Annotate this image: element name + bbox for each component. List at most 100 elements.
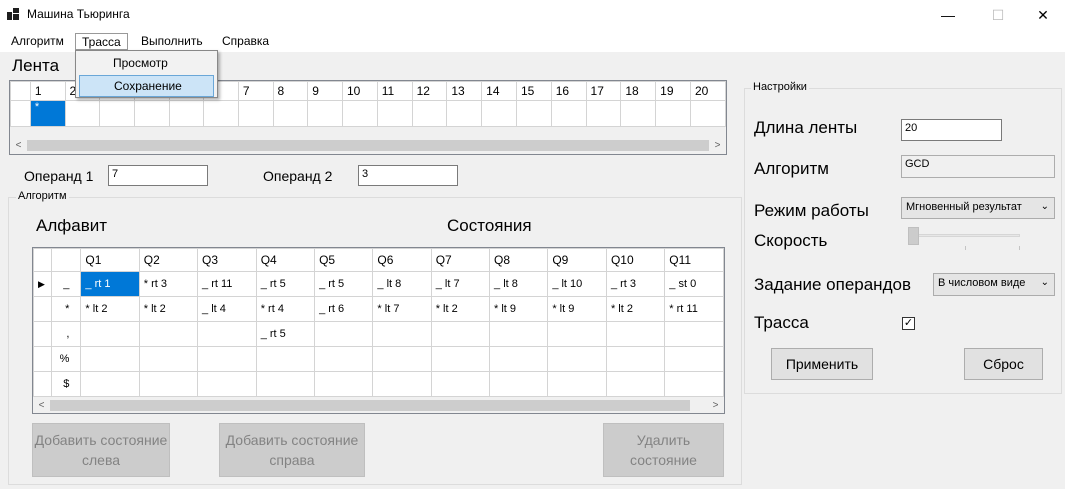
transition-cell[interactable] bbox=[605, 346, 666, 372]
transition-cell[interactable] bbox=[197, 371, 257, 397]
transition-cell[interactable]: _ lt 10 bbox=[547, 271, 607, 297]
algo-scrollbar[interactable]: < > bbox=[33, 397, 724, 413]
apply-button[interactable]: Применить bbox=[771, 348, 873, 380]
transition-cell[interactable] bbox=[489, 321, 549, 347]
transition-cell[interactable] bbox=[664, 371, 724, 397]
operand-mode-select[interactable]: В числовом виде ⌄ bbox=[933, 273, 1055, 296]
transition-cell[interactable]: * lt 7 bbox=[372, 296, 432, 322]
state-column-header[interactable]: Q1 bbox=[80, 248, 140, 272]
tape-cell[interactable] bbox=[585, 100, 622, 127]
transition-cell[interactable] bbox=[314, 346, 374, 372]
transition-cell[interactable] bbox=[605, 371, 666, 397]
scroll-right-icon[interactable]: > bbox=[709, 137, 726, 154]
menu-help[interactable]: Справка bbox=[216, 33, 275, 50]
transition-cell[interactable] bbox=[138, 371, 199, 397]
transition-cell[interactable] bbox=[255, 371, 316, 397]
transition-cell[interactable]: _ rt 3 bbox=[605, 271, 666, 297]
transition-cell[interactable]: _ st 0 bbox=[664, 271, 724, 297]
tape-cell[interactable] bbox=[689, 100, 727, 127]
transition-cell[interactable] bbox=[547, 346, 607, 372]
tape-cell[interactable] bbox=[620, 100, 657, 127]
transition-cell[interactable]: * lt 9 bbox=[547, 296, 607, 322]
tape-cell[interactable] bbox=[655, 100, 691, 127]
transition-cell[interactable]: * lt 9 bbox=[489, 296, 549, 322]
transition-cell[interactable]: * rt 3 bbox=[138, 271, 199, 297]
scroll-right-icon[interactable]: > bbox=[707, 397, 724, 413]
transition-cell[interactable] bbox=[664, 321, 724, 347]
transition-cell[interactable]: * lt 2 bbox=[80, 296, 140, 322]
transition-cell[interactable] bbox=[372, 371, 432, 397]
transition-cell[interactable]: * lt 2 bbox=[430, 296, 491, 322]
reset-button[interactable]: Сброс bbox=[964, 348, 1043, 380]
transition-cell[interactable] bbox=[547, 321, 607, 347]
close-icon[interactable]: ✕ bbox=[1020, 0, 1065, 30]
menu-algorithm[interactable]: Алгоритм bbox=[5, 33, 70, 50]
transition-cell[interactable] bbox=[372, 346, 432, 372]
transition-cell[interactable]: * lt 2 bbox=[138, 296, 199, 322]
tape-cell[interactable] bbox=[341, 100, 378, 127]
tape-cell[interactable]: * bbox=[29, 100, 66, 127]
transition-cell[interactable]: * rt 11 bbox=[664, 296, 724, 322]
minimize-icon[interactable]: — bbox=[925, 0, 971, 30]
transition-cell[interactable] bbox=[489, 371, 549, 397]
transition-cell[interactable] bbox=[255, 346, 316, 372]
transition-cell[interactable] bbox=[430, 346, 491, 372]
tape-cell[interactable] bbox=[99, 100, 135, 127]
tape-cell[interactable] bbox=[203, 100, 239, 127]
delete-state-button[interactable]: Удалить состояние bbox=[603, 423, 724, 477]
tape-cell[interactable] bbox=[133, 100, 170, 127]
transition-cell[interactable]: _ rt 5 bbox=[255, 321, 316, 347]
transition-cell[interactable] bbox=[314, 321, 374, 347]
tape-cell[interactable] bbox=[237, 100, 274, 127]
add-state-right-button[interactable]: Добавить состояние справа bbox=[219, 423, 365, 477]
tape-cell[interactable] bbox=[168, 100, 205, 127]
state-column-header[interactable]: Q10 bbox=[605, 248, 666, 272]
tape-cell[interactable] bbox=[411, 100, 448, 127]
state-column-header[interactable]: Q8 bbox=[489, 248, 549, 272]
transition-cell[interactable] bbox=[664, 346, 724, 372]
speed-slider-thumb[interactable] bbox=[908, 227, 919, 245]
state-column-header[interactable]: Q6 bbox=[372, 248, 432, 272]
scroll-left-icon[interactable]: < bbox=[10, 137, 27, 154]
menu-view[interactable]: Просмотр bbox=[79, 53, 214, 75]
tape-length-input[interactable]: 20 bbox=[901, 119, 1002, 141]
tape-cell[interactable] bbox=[272, 100, 309, 127]
mode-select[interactable]: Мгновенный результат ⌄ bbox=[901, 197, 1055, 219]
transition-cell[interactable]: _ lt 4 bbox=[197, 296, 257, 322]
menu-run[interactable]: Выполнить bbox=[135, 33, 209, 50]
transition-cell[interactable]: _ rt 11 bbox=[197, 271, 257, 297]
transition-cell[interactable] bbox=[372, 321, 432, 347]
speed-slider-track[interactable] bbox=[910, 234, 1020, 237]
tape-cell[interactable] bbox=[550, 100, 587, 127]
transition-cell[interactable]: _ rt 5 bbox=[255, 271, 316, 297]
tape-cell[interactable] bbox=[64, 100, 101, 127]
transition-cell[interactable]: _ rt 1 bbox=[80, 271, 140, 297]
menu-trace[interactable]: Трасса bbox=[75, 33, 128, 50]
transition-cell[interactable] bbox=[197, 321, 257, 347]
transition-cell[interactable] bbox=[80, 346, 140, 372]
state-column-header[interactable]: Q2 bbox=[138, 248, 199, 272]
transition-cell[interactable]: * rt 4 bbox=[255, 296, 316, 322]
tape-cell[interactable] bbox=[481, 100, 517, 127]
tape-scrollbar[interactable]: < > bbox=[10, 137, 726, 154]
tape-cell[interactable] bbox=[515, 100, 552, 127]
transition-table[interactable]: Q1 Q2 Q3 Q4 Q5 Q6 Q7 Q8 Q9 Q10 Q11 ▶ _ _ rt 1 * rt 3 _ … bbox=[32, 247, 725, 414]
transition-cell[interactable] bbox=[430, 371, 491, 397]
maximize-icon[interactable]: ☐ bbox=[975, 0, 1021, 30]
state-column-header[interactable]: Q4 bbox=[255, 248, 316, 272]
scroll-left-icon[interactable]: < bbox=[33, 397, 50, 413]
operand1-input[interactable]: 7 bbox=[108, 165, 208, 186]
state-column-header[interactable]: Q9 bbox=[547, 248, 607, 272]
transition-cell[interactable]: * lt 2 bbox=[605, 296, 666, 322]
add-state-left-button[interactable]: Добавить состояние слева bbox=[32, 423, 170, 477]
transition-cell[interactable] bbox=[138, 321, 199, 347]
transition-cell[interactable]: _ lt 7 bbox=[430, 271, 491, 297]
transition-cell[interactable]: _ lt 8 bbox=[372, 271, 432, 297]
state-column-header[interactable]: Q3 bbox=[197, 248, 257, 272]
state-column-header[interactable]: Q11 bbox=[664, 248, 724, 272]
menu-save[interactable]: Сохранение bbox=[79, 75, 214, 97]
state-column-header[interactable]: Q7 bbox=[430, 248, 491, 272]
state-column-header[interactable]: Q5 bbox=[314, 248, 374, 272]
tape-cell[interactable] bbox=[307, 100, 343, 127]
transition-cell[interactable] bbox=[80, 371, 140, 397]
